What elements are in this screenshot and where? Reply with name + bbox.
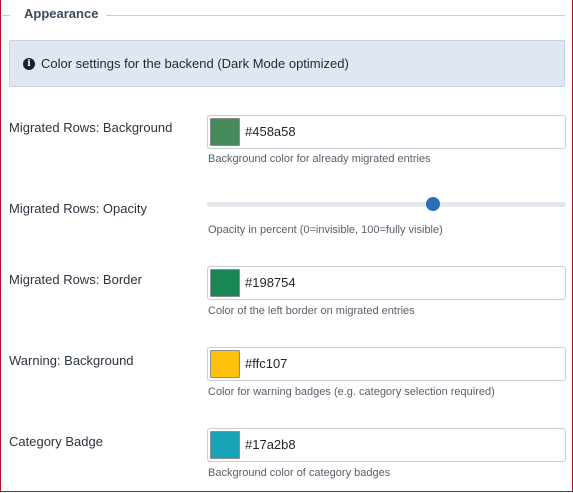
field-help-text: Color for warning badges (e.g. category … [208,386,495,398]
opacity-slider[interactable] [207,196,566,212]
fieldset-border-left [2,15,10,16]
color-hex-value[interactable]: #17a2b8 [245,437,296,452]
color-input-migrated-border[interactable]: #198754 [207,266,566,300]
field-help-text: Background color of category badges [208,467,391,479]
appearance-panel: Appearance i Color settings for the back… [0,0,573,492]
slider-thumb[interactable] [426,197,441,211]
field-label: Migrated Rows: Opacity [9,201,147,216]
color-hex-value[interactable]: #198754 [245,275,296,290]
color-hex-value[interactable]: #458a58 [245,124,296,139]
info-circle-icon: i [23,57,35,70]
field-label: Migrated Rows: Border [9,272,142,287]
color-input-migrated-background[interactable]: #458a58 [207,115,566,149]
fieldset-legend: Appearance [22,6,101,21]
color-swatch[interactable] [210,350,240,378]
fieldset-border-right [106,15,565,16]
color-hex-value[interactable]: #ffc107 [245,356,287,371]
color-swatch[interactable] [210,269,240,297]
color-input-category-badge[interactable]: #17a2b8 [207,428,566,462]
field-label: Migrated Rows: Background [9,120,173,135]
info-alert-text: Color settings for the backend (Dark Mod… [41,56,349,71]
color-swatch[interactable] [210,118,240,146]
field-help-text: Background color for already migrated en… [208,153,431,165]
field-help-text: Color of the left border on migrated ent… [208,305,415,317]
field-label: Category Badge [9,434,103,449]
color-swatch[interactable] [210,431,240,459]
slider-track[interactable] [207,202,566,207]
info-alert: i Color settings for the backend (Dark M… [9,40,565,87]
color-input-warning-background[interactable]: #ffc107 [207,347,566,381]
field-label: Warning: Background [9,353,134,368]
field-help-text: Opacity in percent (0=invisible, 100=ful… [208,224,443,236]
